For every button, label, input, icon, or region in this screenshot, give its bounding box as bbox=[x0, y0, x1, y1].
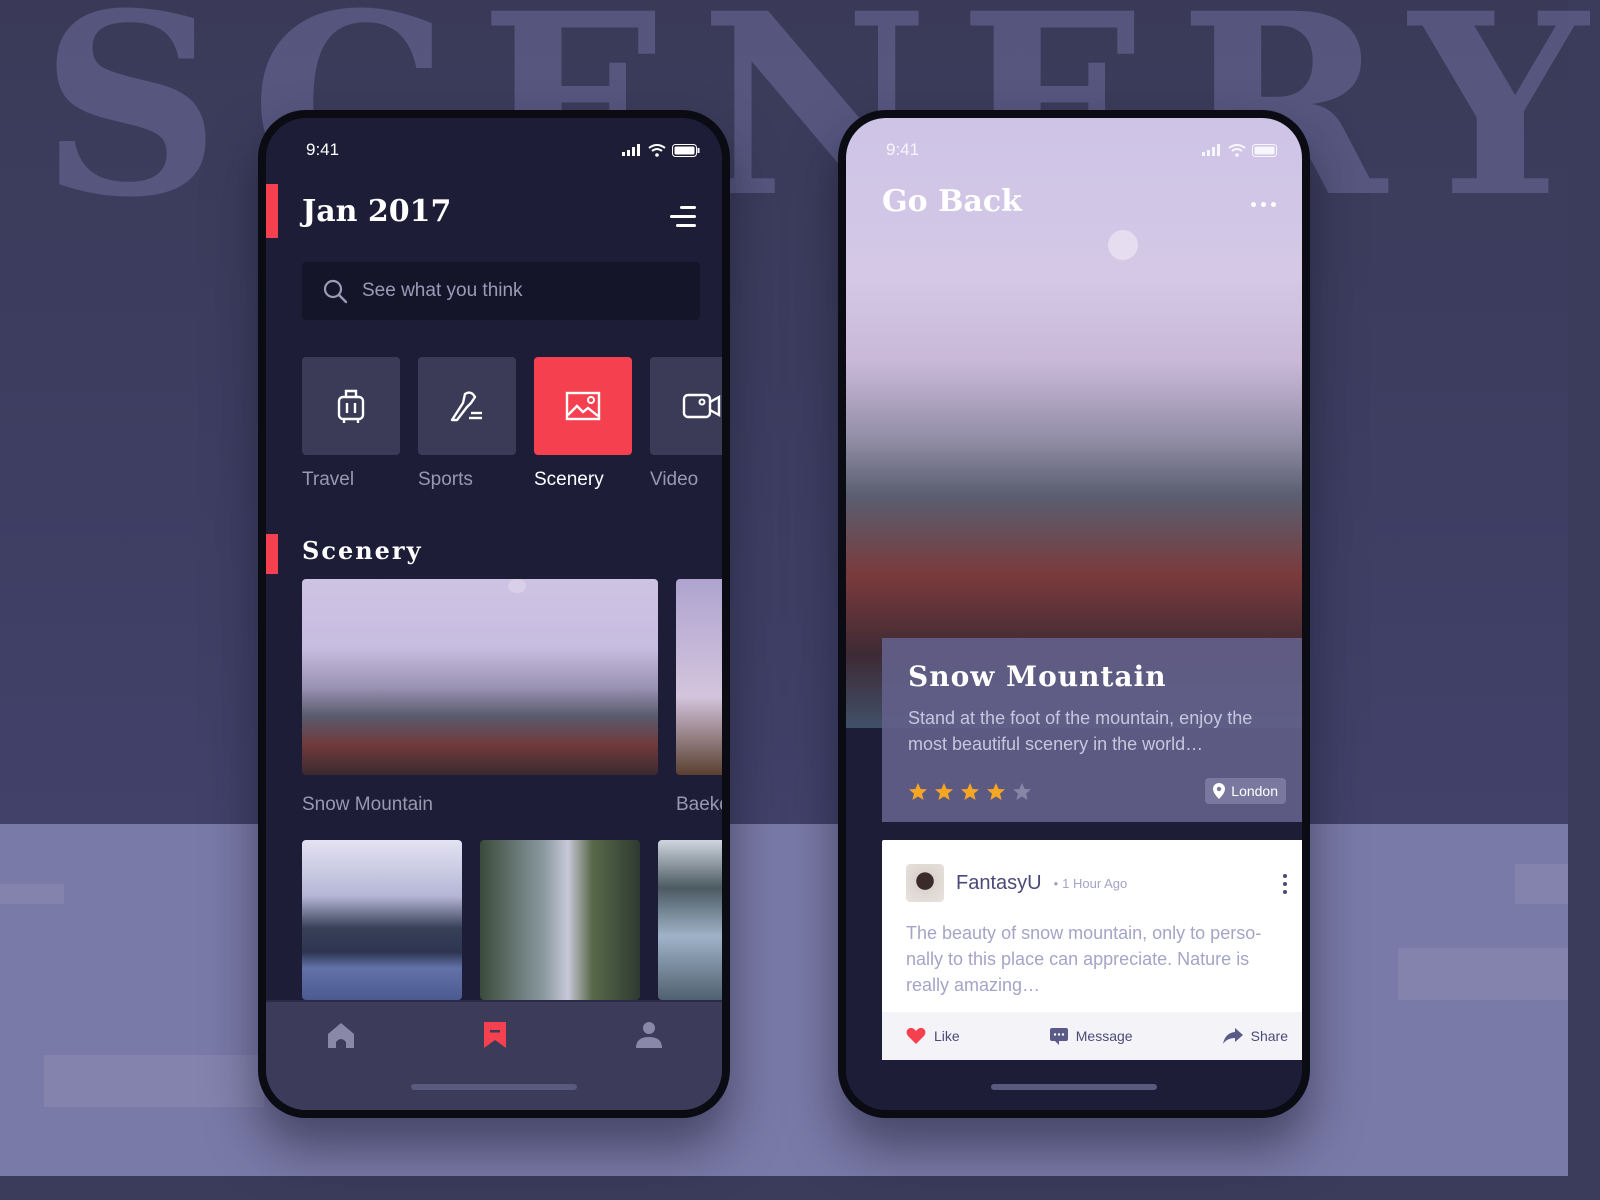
comment-text: The beauty of snow mountain, only to per… bbox=[906, 923, 1262, 995]
category-video[interactable]: Video bbox=[650, 357, 722, 491]
share-button[interactable]: Share bbox=[1222, 1028, 1288, 1044]
comment-time: 1 Hour Ago bbox=[1062, 875, 1128, 891]
image-icon bbox=[565, 391, 601, 421]
signal-icon bbox=[1202, 144, 1220, 156]
location-pin-icon bbox=[1213, 783, 1226, 799]
home-indicator bbox=[411, 1084, 577, 1090]
featured-carousel bbox=[302, 579, 722, 775]
share-label: Share bbox=[1250, 1028, 1288, 1044]
thumbnail-photo[interactable] bbox=[302, 840, 462, 1000]
thumbnail-photo[interactable] bbox=[480, 840, 640, 1000]
feed-screen: 9:41 Jan 2017 Travel Sports bbox=[266, 118, 722, 1110]
location-badge[interactable]: London bbox=[1205, 778, 1286, 804]
category-sports[interactable]: Sports bbox=[418, 357, 516, 491]
status-time: 9:41 bbox=[306, 140, 340, 159]
more-icon[interactable] bbox=[1251, 202, 1276, 207]
featured-caption: Snow Mountain bbox=[302, 794, 433, 815]
comment-time-separator: • bbox=[1053, 875, 1059, 891]
battery-icon bbox=[1252, 143, 1277, 157]
search-icon bbox=[323, 279, 348, 304]
wifi-icon bbox=[1228, 143, 1246, 157]
decor-rect bbox=[44, 1055, 264, 1107]
section-title: Scenery bbox=[302, 536, 423, 565]
signal-icon bbox=[622, 144, 640, 156]
status-bar: 9:41 bbox=[886, 140, 1280, 160]
star-filled-icon bbox=[909, 783, 927, 800]
featured-caption: Baekd bbox=[676, 794, 722, 815]
category-label: Travel bbox=[302, 469, 355, 490]
sneaker-icon bbox=[450, 391, 482, 422]
location-label: London bbox=[1231, 783, 1278, 799]
category-label: Sports bbox=[418, 469, 473, 490]
battery-icon bbox=[672, 143, 700, 157]
place-info-card: Snow Mountain Stand at the foot of the m… bbox=[882, 638, 1302, 822]
search-input[interactable] bbox=[362, 280, 662, 302]
status-time: 9:41 bbox=[886, 140, 920, 159]
featured-photo-snow-mountain[interactable] bbox=[302, 579, 658, 775]
comment-username[interactable]: FantasyU bbox=[956, 872, 1042, 895]
like-label: Like bbox=[934, 1028, 960, 1044]
decor-rect bbox=[0, 884, 64, 904]
menu-icon[interactable] bbox=[670, 206, 696, 228]
home-indicator bbox=[991, 1084, 1157, 1090]
message-label: Message bbox=[1075, 1028, 1133, 1044]
rating-stars bbox=[908, 782, 1032, 802]
luggage-icon bbox=[337, 389, 365, 423]
comment-card: FantasyU • 1 Hour Ago The beauty of snow… bbox=[882, 840, 1302, 1060]
home-icon[interactable] bbox=[326, 1020, 356, 1050]
place-description: Stand at the foot of the mountain, enjoy… bbox=[908, 708, 1253, 754]
kebab-menu-icon[interactable] bbox=[1282, 874, 1288, 894]
category-label: Video bbox=[650, 469, 699, 490]
like-button[interactable]: Like bbox=[906, 1027, 960, 1045]
category-scenery[interactable]: Scenery bbox=[534, 357, 632, 491]
phone-feed: 9:41 Jan 2017 Travel Sports bbox=[258, 110, 730, 1118]
go-back-button[interactable]: Go Back bbox=[882, 184, 1022, 219]
thumbnail-row bbox=[302, 840, 722, 1000]
user-icon[interactable] bbox=[634, 1020, 664, 1050]
message-icon bbox=[1049, 1027, 1068, 1045]
decor-rect bbox=[1515, 864, 1568, 904]
status-bar: 9:41 bbox=[306, 140, 700, 160]
star-filled-icon bbox=[987, 783, 1005, 800]
moon bbox=[1108, 230, 1138, 260]
thumbnail-photo[interactable] bbox=[658, 840, 722, 1000]
title-accent-bar bbox=[266, 184, 278, 238]
decor-rect bbox=[1398, 948, 1568, 1000]
star-filled-icon bbox=[935, 783, 953, 800]
detail-screen: 9:41 Go Back Snow Mountain Stand at the … bbox=[846, 118, 1302, 1110]
category-list: Travel Sports Scenery Video bbox=[302, 357, 722, 491]
bookmark-icon[interactable] bbox=[480, 1020, 510, 1050]
heart-icon bbox=[906, 1027, 926, 1044]
star-empty-icon bbox=[1013, 783, 1031, 800]
featured-photo-baekdu[interactable] bbox=[676, 579, 722, 775]
page-title: Jan 2017 bbox=[302, 194, 452, 229]
category-label: Scenery bbox=[534, 469, 604, 490]
background-bottom bbox=[0, 824, 1568, 1176]
video-camera-icon bbox=[682, 393, 721, 419]
category-travel[interactable]: Travel bbox=[302, 357, 400, 491]
wifi-icon bbox=[648, 143, 666, 157]
comment-actions: Like Message Share bbox=[882, 1012, 1302, 1060]
section-accent-bar bbox=[266, 534, 278, 574]
share-icon bbox=[1222, 1028, 1243, 1044]
star-filled-icon bbox=[961, 783, 979, 800]
search-bar[interactable] bbox=[302, 262, 700, 320]
message-button[interactable]: Message bbox=[1049, 1027, 1133, 1045]
avatar[interactable] bbox=[906, 864, 944, 902]
phone-detail: 9:41 Go Back Snow Mountain Stand at the … bbox=[838, 110, 1310, 1118]
place-title: Snow Mountain bbox=[908, 660, 1167, 693]
tab-bar bbox=[266, 1000, 722, 1110]
